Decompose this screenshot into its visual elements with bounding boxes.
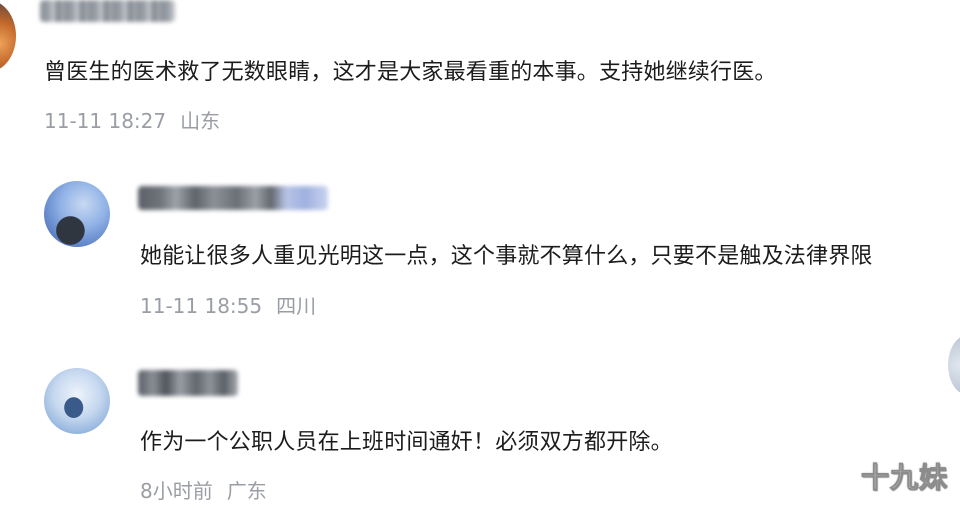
comment-time: 11-11 18:27 (44, 109, 167, 133)
comment-text: 曾医生的医术救了无数眼睛，这才是大家最看重的本事。支持她继续行医。 (44, 60, 777, 85)
comment-location: 广东 (226, 479, 267, 503)
comment-meta: 11-11 18:27 山东 (44, 105, 220, 134)
comment-time: 8小时前 (140, 479, 213, 503)
comment-location: 山东 (180, 109, 221, 133)
username-blurred[interactable] (138, 186, 328, 210)
username-blurred[interactable] (40, 0, 175, 22)
comment-location: 四川 (276, 294, 317, 318)
avatar-partial (948, 335, 960, 395)
comment-list: 曾医生的医术救了无数眼睛，这才是大家最看重的本事。支持她继续行医。 11-11 … (0, 0, 960, 512)
username-blurred[interactable] (138, 370, 238, 396)
comment-meta: 11-11 18:55 四川 (140, 290, 316, 319)
comment-text: 作为一个公职人员在上班时间通奸！必须双方都开除。 (140, 430, 673, 455)
avatar[interactable] (0, 0, 16, 72)
avatar[interactable] (44, 181, 110, 247)
comment-meta: 8小时前 广东 (140, 475, 267, 504)
watermark: 十九妹 (860, 461, 948, 495)
comment-text: 她能让很多人重见光明这一点，这个事就不算什么，只要不是触及法律界限 (140, 244, 873, 269)
comment-time: 11-11 18:55 (140, 294, 263, 318)
avatar[interactable] (44, 368, 110, 434)
